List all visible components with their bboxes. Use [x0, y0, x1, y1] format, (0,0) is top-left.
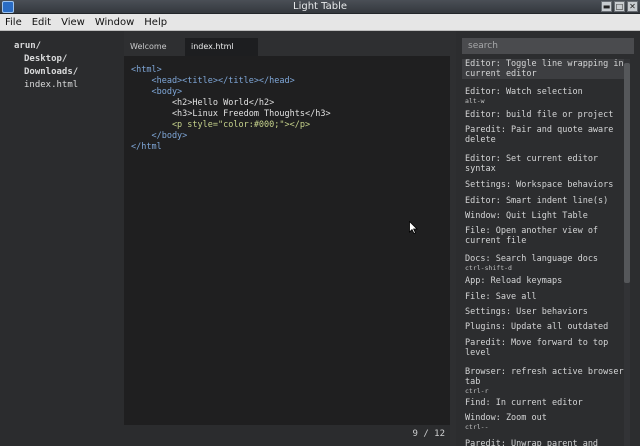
folder-desktop[interactable]: Desktop/	[24, 54, 67, 65]
code-line-7: </body>	[131, 131, 188, 141]
command-name: Editor: Toggle line wrapping in current …	[465, 59, 624, 79]
command-name: Browser: refresh active browser tab	[465, 367, 624, 387]
scroll-thumb[interactable]	[624, 63, 630, 283]
code-line-2: <head><title></title></head>	[131, 76, 295, 86]
folder-arun[interactable]: arun/	[14, 41, 41, 52]
command-list: Editor: Toggle line wrapping in current …	[462, 59, 626, 446]
workspace-sidebar: arun/ Desktop/ Downloads/ index.html	[0, 31, 124, 446]
command-keybinding: ctrl--	[465, 423, 489, 431]
code-editor[interactable]: <html> <head><title></title></head> <bod…	[124, 56, 450, 425]
code-line-4: <h2>Hello World</h2>	[131, 98, 275, 108]
mouse-pointer-icon	[409, 221, 418, 234]
command-item[interactable]: Editor: Set current editor syntax	[462, 154, 626, 174]
menu-edit[interactable]: Edit	[27, 17, 56, 28]
menu-help[interactable]: Help	[139, 17, 172, 28]
command-name: Editor: Watch selection	[465, 87, 583, 97]
editor-status-bar: 9 / 12	[124, 425, 450, 446]
tab-welcome[interactable]: Welcome	[124, 38, 185, 56]
minimize-icon[interactable]: ▬	[601, 1, 612, 12]
command-keybinding: alt-w	[465, 97, 485, 105]
command-item[interactable]: Plugins: Update all outdated	[462, 322, 626, 332]
command-item[interactable]: Window: Zoom out ctrl--	[462, 413, 626, 431]
file-index-html[interactable]: index.html	[24, 80, 78, 91]
command-name: File: Save all	[465, 292, 537, 302]
tab-index-html[interactable]: index.html	[185, 38, 258, 56]
command-item[interactable]: Paredit: Pair and quote aware delete	[462, 125, 626, 145]
command-item[interactable]: App: Reload keymaps	[462, 276, 626, 286]
maximize-icon[interactable]: □	[614, 1, 625, 12]
command-name: App: Reload keymaps	[465, 276, 563, 286]
command-name: Find: In current editor	[465, 398, 583, 408]
code-line-8: </html	[131, 142, 162, 152]
command-item[interactable]: Find: In current editor	[462, 398, 626, 408]
code-line-5: <h3>Linux Freedom Thoughts</h3>	[131, 109, 331, 119]
command-search-input[interactable]	[462, 38, 634, 54]
command-item[interactable]: Window: Quit Light Table	[462, 211, 626, 221]
command-name: Editor: Set current editor syntax	[465, 154, 599, 174]
window-title: Light Table	[293, 1, 347, 12]
folder-downloads[interactable]: Downloads/	[24, 67, 78, 78]
command-item[interactable]: Paredit: Move forward to top level	[462, 338, 626, 358]
title-bar: Light Table ▬ □ ✕	[0, 0, 640, 14]
command-name: Paredit: Pair and quote aware delete	[465, 125, 614, 145]
command-name: Settings: User behaviors	[465, 307, 588, 317]
command-name: File: Open another view of current file	[465, 226, 599, 246]
menu-bar: File Edit View Window Help	[0, 14, 640, 31]
command-keybinding: ctrl-shift-d	[465, 264, 512, 272]
command-item[interactable]: Settings: User behaviors	[462, 307, 626, 317]
command-name: Editor: build file or project	[465, 110, 614, 120]
close-icon[interactable]: ✕	[627, 1, 638, 12]
code-line-3: <body>	[131, 87, 183, 97]
command-name: Paredit: Unwrap parent and	[465, 439, 599, 446]
command-name: Paredit: Move forward to top level	[465, 338, 609, 358]
command-list-scrollbar[interactable]	[624, 59, 630, 446]
window-controls: ▬ □ ✕	[601, 1, 638, 12]
command-keybinding: ctrl-r	[465, 387, 489, 395]
code-line-1: <html>	[131, 65, 162, 75]
command-name: Window: Quit Light Table	[465, 211, 588, 221]
command-name: Docs: Search language docs	[465, 254, 599, 264]
command-palette: Editor: Toggle line wrapping in current …	[456, 31, 640, 446]
cursor-position: 9 / 12	[412, 429, 445, 439]
command-item[interactable]: Settings: Workspace behaviors	[462, 180, 626, 190]
command-item[interactable]: Editor: Toggle line wrapping in current …	[462, 59, 626, 79]
command-item[interactable]: Editor: Watch selection alt-w	[462, 87, 626, 105]
command-item[interactable]: Editor: Smart indent line(s)	[462, 196, 626, 206]
command-item[interactable]: File: Save all	[462, 292, 626, 302]
command-item[interactable]: Paredit: Unwrap parent and	[462, 439, 626, 446]
command-name: Plugins: Update all outdated	[465, 322, 609, 332]
command-name: Settings: Workspace behaviors	[465, 180, 614, 190]
command-item[interactable]: Docs: Search language docs ctrl-shift-d	[462, 254, 626, 272]
command-item[interactable]: File: Open another view of current file	[462, 226, 626, 246]
command-name: Editor: Smart indent line(s)	[465, 196, 609, 206]
menu-view[interactable]: View	[56, 17, 90, 28]
code-line-6: <p style="color:#000;"></p>	[131, 120, 311, 130]
menu-window[interactable]: Window	[90, 17, 139, 28]
tab-bar: Welcome index.html	[124, 38, 454, 56]
command-item[interactable]: Browser: refresh active browser tab ctrl-…	[462, 367, 626, 395]
command-name: Window: Zoom out	[465, 413, 547, 423]
command-item[interactable]: Editor: build file or project	[462, 110, 626, 120]
menu-file[interactable]: File	[0, 17, 27, 28]
